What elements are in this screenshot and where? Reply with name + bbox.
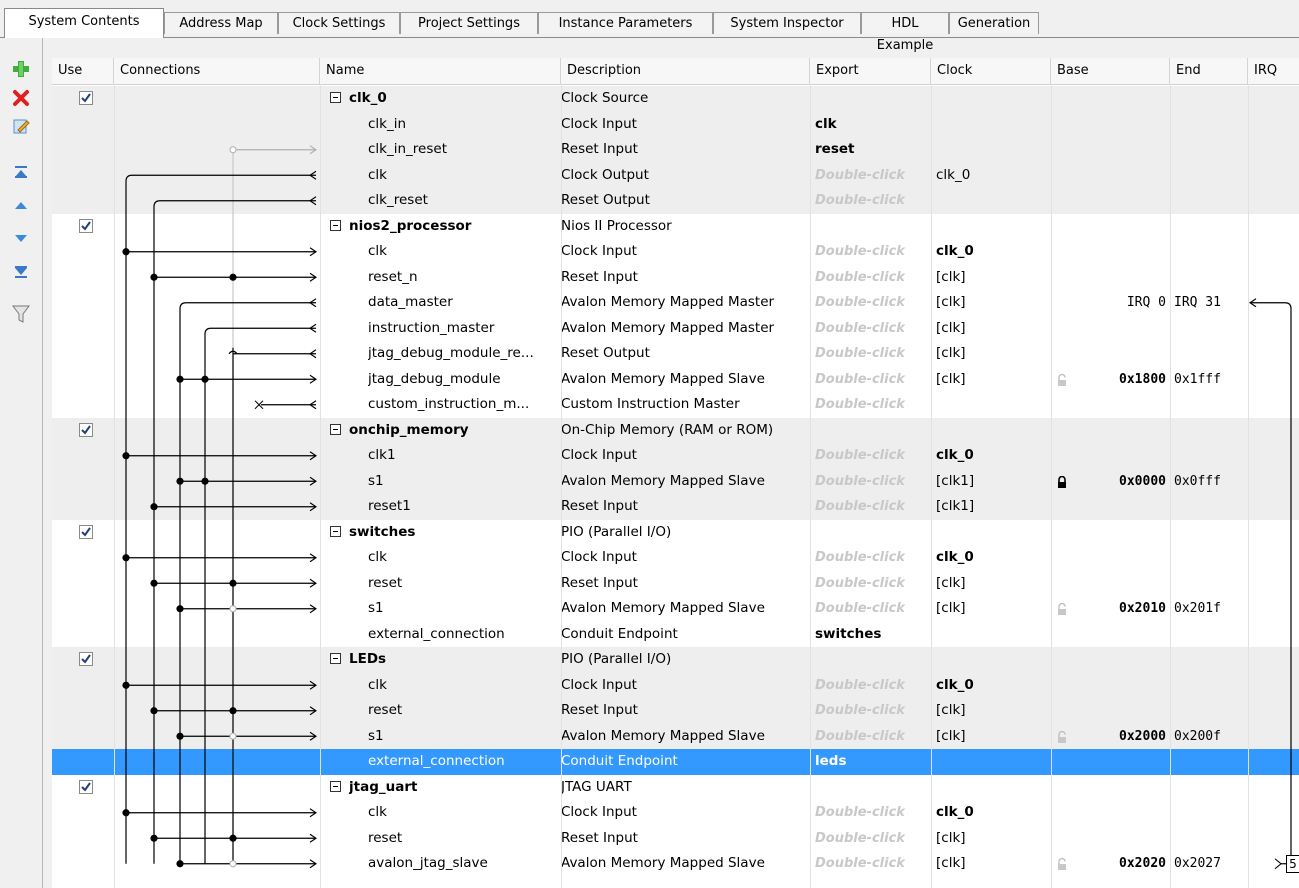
tab-system-inspector[interactable]: System Inspector [713,12,861,34]
unconnected-point [229,605,237,613]
connection-dot [176,860,184,868]
move-top-icon[interactable] [10,161,32,183]
connection-dot [122,681,130,689]
tab-hdl-example[interactable]: HDL Example [861,12,949,53]
connection-dot [201,477,209,485]
connection-dot [229,707,237,715]
unconnected-point [229,146,237,154]
tab-generation[interactable]: Generation [949,12,1039,34]
connection-dot [122,809,130,817]
system-contents-table: Use Connections Name Description Export … [52,58,1299,888]
move-down-icon[interactable] [10,228,32,250]
tab-clock-settings[interactable]: Clock Settings [278,12,400,34]
connection-dot [176,605,184,613]
connection-wire [204,327,316,864]
unconnected-point [229,732,237,740]
connection-dot [201,375,209,383]
remove-icon[interactable] [10,87,32,109]
filter-icon[interactable] [10,303,32,325]
tab-divider [0,37,1299,38]
edit-icon[interactable] [10,115,32,137]
connection-dot [176,732,184,740]
tab-address-map[interactable]: Address Map [164,12,278,34]
connection-dot [150,579,158,587]
tab-project-settings[interactable]: Project Settings [400,12,538,34]
connection-dot [229,579,237,587]
connection-dot [150,273,158,281]
side-toolbar [0,38,43,888]
connection-dot [150,707,158,715]
connection-dot [150,503,158,511]
connection-dot [122,452,130,460]
move-up-icon[interactable] [10,194,32,216]
move-bottom-icon[interactable] [10,261,32,283]
connection-dot [229,273,237,281]
connection-dot [122,248,130,256]
connections-graph[interactable] [52,58,1299,888]
tab-instance-parameters[interactable]: Instance Parameters [538,12,713,34]
connection-dot [150,834,158,842]
connection-dot [176,375,184,383]
add-icon[interactable] [10,58,32,80]
connection-dot [229,834,237,842]
connection-wire [153,200,316,864]
irq-arrow [1274,858,1282,870]
connection-dot [122,554,130,562]
connection-dot [176,477,184,485]
tab-bar: System Contents Address Map Clock Settings… [0,0,1299,53]
irq-wire [1250,302,1292,856]
tab-system-contents[interactable]: System Contents [4,8,164,38]
unconnected-point [229,860,237,868]
